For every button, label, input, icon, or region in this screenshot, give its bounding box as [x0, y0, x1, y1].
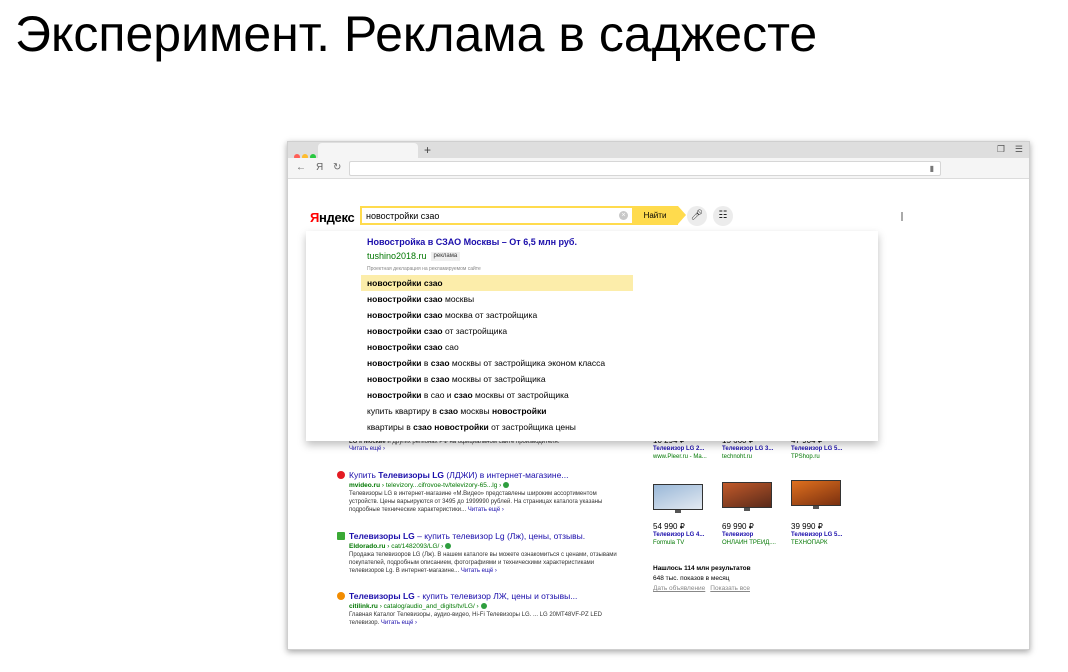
result-title-link[interactable]: Телевизоры LG – купить телевизор Lg (Лж)…	[349, 531, 624, 542]
tv-thumbnail[interactable]	[653, 484, 703, 514]
suggestion-item[interactable]: новостройки в сзао москвы от застройщика	[361, 371, 633, 387]
navigation-bar: ← Я ↻ ▮	[288, 158, 1029, 179]
read-more-link[interactable]: Читать ещё ›	[381, 620, 417, 626]
menu-icon[interactable]: ☰	[1015, 144, 1023, 154]
bookmark-icon[interactable]: ▮	[930, 162, 934, 175]
results-summary: Нашлось 114 млн результатов 648 тыс. пок…	[653, 564, 755, 594]
find-button-arrow	[678, 206, 686, 224]
browser-window: + ❐☰ ← Я ↻ ▮ Яндекс × Найти 🎤︎ ☷ LG в Мо…	[287, 141, 1030, 650]
suggestion-item[interactable]: купить квартиру в сзао москвы новостройк…	[361, 403, 633, 419]
suggestion-item[interactable]: новостройки сзао москвы	[361, 291, 633, 307]
secure-badge-icon	[503, 482, 510, 489]
yandex-search-page: Яндекс × Найти 🎤︎ ☷ LG в Москве и других…	[288, 179, 1029, 649]
read-more-link[interactable]: Читать ещё ›	[349, 446, 624, 452]
suggest-ad-note: Проектная декларация на рекламируемом са…	[367, 266, 481, 272]
logo-first-letter: Я	[310, 210, 320, 225]
settings-icon[interactable]: ☷	[713, 206, 733, 226]
suggestion-item[interactable]: новостройки сзао москва от застройщика	[361, 307, 633, 323]
result-url[interactable]: Eldorado.ru › cat/1482093/LG/ ›	[349, 542, 624, 551]
yandex-button[interactable]: Я	[316, 161, 323, 175]
scroll-marker	[901, 212, 903, 221]
result-snippet: Продажа телевизоров LG (Лж). В нашем кат…	[349, 552, 617, 574]
result-url[interactable]: citilink.ru › catalog/audio_and_digits/t…	[349, 602, 624, 611]
suggestion-list: новостройки сзао новостройки сзао москвы…	[361, 275, 633, 435]
found-count: Нашлось 114 млн результатов	[653, 565, 751, 572]
clear-icon[interactable]: ×	[619, 211, 628, 220]
search-box: ×	[360, 206, 632, 225]
citilink-favicon-icon	[337, 592, 345, 600]
suggestion-item[interactable]: новостройки сзао сао	[361, 339, 633, 355]
place-ad-link[interactable]: Дать объявление	[653, 585, 705, 592]
tv-screen	[722, 482, 772, 508]
suggestion-item[interactable]: новостройки в сао и сзао москвы от застр…	[361, 387, 633, 403]
tab-bar: + ❐ ☰	[288, 142, 1029, 160]
microphone-icon[interactable]: 🎤︎	[687, 206, 707, 226]
eldorado-favicon-icon	[337, 532, 345, 540]
product-card[interactable]: 69 990 ₽ Телевизор ОНЛАЙН ТРЕЙД....	[722, 523, 784, 547]
read-more-link[interactable]: Читать ещё ›	[468, 507, 504, 513]
suggest-ad-title-link[interactable]: Новостройка в СЗАО Москвы – От 6,5 млн р…	[367, 237, 577, 247]
secure-badge-icon	[480, 603, 487, 610]
reload-icon[interactable]: ↻	[333, 161, 341, 175]
ad-badge: реклама	[430, 252, 461, 262]
search-input[interactable]	[366, 209, 606, 223]
product-card[interactable]: 39 990 ₽ Телевизор LG 5... ТЕХНОПАРК	[791, 523, 853, 547]
suggest-dropdown: Новостройка в СЗАО Москвы – От 6,5 млн р…	[306, 231, 878, 441]
tabs-icon[interactable]: ❐	[997, 144, 1005, 154]
suggest-ad-domain[interactable]: tushino2018.ru реклама	[367, 251, 461, 262]
result-snippet: Телевизоры LG в интернет-магазине «М.Вид…	[349, 491, 603, 513]
result-item: Телевизоры LG – купить телевизор Lg (Лж)…	[337, 531, 624, 575]
result-snippet: Главная Каталог Телевизоры, аудио-видео,…	[349, 612, 603, 626]
new-tab-button[interactable]: +	[424, 142, 431, 158]
result-item: Купить Телевизоры LG (ЛДЖИ) в интернет-м…	[337, 470, 624, 514]
tv-screen	[653, 484, 703, 510]
address-bar[interactable]: ▮	[349, 161, 941, 176]
logo-rest: ндекс	[319, 210, 355, 225]
monthly-shows: 648 тыс. показов в месяц	[653, 575, 730, 582]
find-button[interactable]: Найти	[632, 206, 678, 225]
browser-tab[interactable]	[318, 143, 418, 158]
slide-title: Эксперимент. Реклама в саджесте	[15, 6, 818, 62]
result-item: Телевизоры LG - купить телевизор ЛЖ, цен…	[337, 591, 624, 627]
tv-screen	[791, 480, 841, 506]
product-card[interactable]: 54 990 ₽ Телевизор LG 4... Formula TV	[653, 523, 715, 547]
show-all-link[interactable]: Показать все	[710, 585, 750, 592]
yandex-logo[interactable]: Яндекс	[310, 210, 355, 225]
tv-thumbnail[interactable]	[722, 482, 772, 512]
tv-thumbnail[interactable]	[791, 480, 841, 510]
result-url[interactable]: mvideo.ru › televizory...cifrovoe-tv/tel…	[349, 481, 624, 490]
read-more-link[interactable]: Читать ещё ›	[461, 568, 497, 574]
result-title-link[interactable]: Телевизоры LG - купить телевизор ЛЖ, цен…	[349, 591, 624, 602]
suggestion-item[interactable]: квартиры в сзао новостройки от застройщи…	[361, 419, 633, 435]
back-icon[interactable]: ←	[296, 161, 306, 175]
secure-badge-icon	[445, 543, 452, 550]
result-title-link[interactable]: Купить Телевизоры LG (ЛДЖИ) в интернет-м…	[349, 470, 624, 481]
mvideo-favicon-icon	[337, 471, 345, 479]
suggestion-item[interactable]: новостройки сзао	[361, 275, 633, 291]
toolbar-icons: ❐ ☰	[987, 144, 1023, 155]
suggestion-item[interactable]: новостройки в сзао москвы от застройщика…	[361, 355, 633, 371]
suggestion-item[interactable]: новостройки сзао от застройщика	[361, 323, 633, 339]
